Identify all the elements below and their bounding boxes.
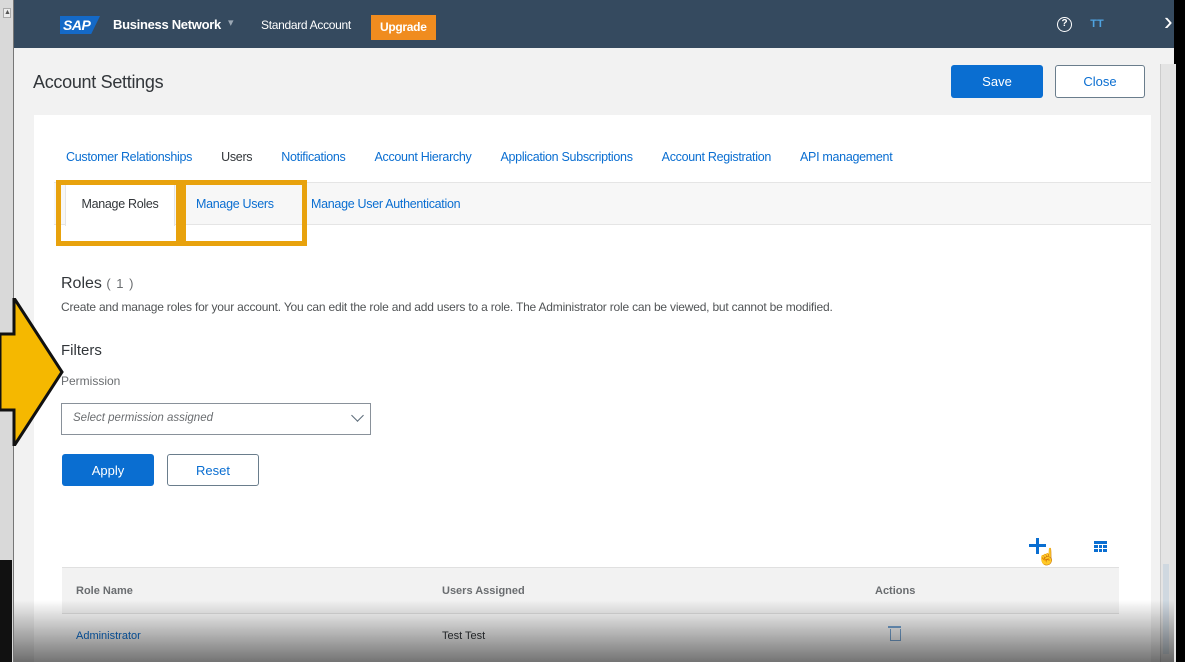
tab-application-subscriptions[interactable]: Application Subscriptions (500, 150, 632, 164)
right-rail (1160, 64, 1176, 662)
tab-account-hierarchy[interactable]: Account Hierarchy (374, 150, 471, 164)
roles-title: Roles (61, 275, 102, 292)
pointer-arrow-icon (0, 298, 64, 446)
table-row[interactable]: Administrator Test Test (62, 614, 1119, 660)
tab-notifications[interactable]: Notifications (281, 150, 345, 164)
product-name[interactable]: Business Network (113, 17, 221, 32)
column-role-name[interactable]: Role Name (76, 585, 133, 597)
reset-button[interactable]: Reset (167, 454, 259, 486)
page-title: Account Settings (33, 72, 164, 92)
subtab-manage-user-authentication[interactable]: Manage User Authentication (311, 183, 461, 226)
tab-api-management[interactable]: API management (800, 150, 893, 164)
table-settings-icon[interactable] (1094, 541, 1107, 552)
role-name-cell[interactable]: Administrator (76, 630, 141, 642)
tab-users[interactable]: Users (221, 150, 252, 164)
scroll-up-icon[interactable]: ▲ (3, 8, 11, 18)
delete-icon[interactable] (888, 626, 901, 641)
permission-select[interactable]: Select permission assigned (61, 403, 371, 435)
avatar[interactable]: TT (1080, 12, 1114, 36)
right-scrollbar[interactable] (1163, 564, 1169, 654)
chevron-down-icon[interactable]: ▾ (228, 16, 234, 29)
help-icon[interactable]: ? (1057, 17, 1072, 32)
tab-customer-relationships[interactable]: Customer Relationships (66, 150, 192, 164)
column-users-assigned[interactable]: Users Assigned (442, 585, 525, 597)
roles-description: Create and manage roles for your account… (61, 300, 833, 314)
close-button[interactable]: Close (1055, 65, 1145, 98)
left-panel-edge (0, 560, 12, 662)
column-actions: Actions (875, 585, 916, 597)
permission-placeholder: Select permission assigned (73, 412, 213, 424)
highlight-manage-roles (56, 180, 181, 246)
table-header: Role Name Users Assigned Actions (62, 567, 1119, 614)
shell-bar: SAP Business Network ▾ Standard Account … (14, 0, 1174, 48)
close-panel-icon[interactable]: › (1164, 8, 1173, 34)
permission-label: Permission (61, 374, 121, 388)
users-assigned-cell: Test Test (442, 630, 486, 642)
highlight-manage-users (181, 180, 307, 246)
sap-logo[interactable]: SAP (60, 16, 100, 34)
settings-tabs: Customer Relationships Users Notificatio… (66, 150, 921, 164)
hand-cursor-icon: ☝ (1037, 549, 1057, 566)
account-type: Standard Account (261, 18, 351, 32)
apply-button[interactable]: Apply (62, 454, 154, 486)
roles-heading: Roles ( 1 ) (61, 275, 134, 293)
roles-table: Role Name Users Assigned Actions Adminis… (62, 567, 1119, 660)
filters-title: Filters (61, 342, 102, 359)
tab-account-registration[interactable]: Account Registration (662, 150, 772, 164)
roles-count: ( 1 ) (106, 276, 135, 291)
account-settings-page: Account Settings Save Close Customer Rel… (14, 48, 1174, 662)
save-button[interactable]: Save (951, 65, 1043, 98)
upgrade-button[interactable]: Upgrade (371, 15, 436, 40)
chevron-down-icon[interactable] (351, 409, 364, 422)
